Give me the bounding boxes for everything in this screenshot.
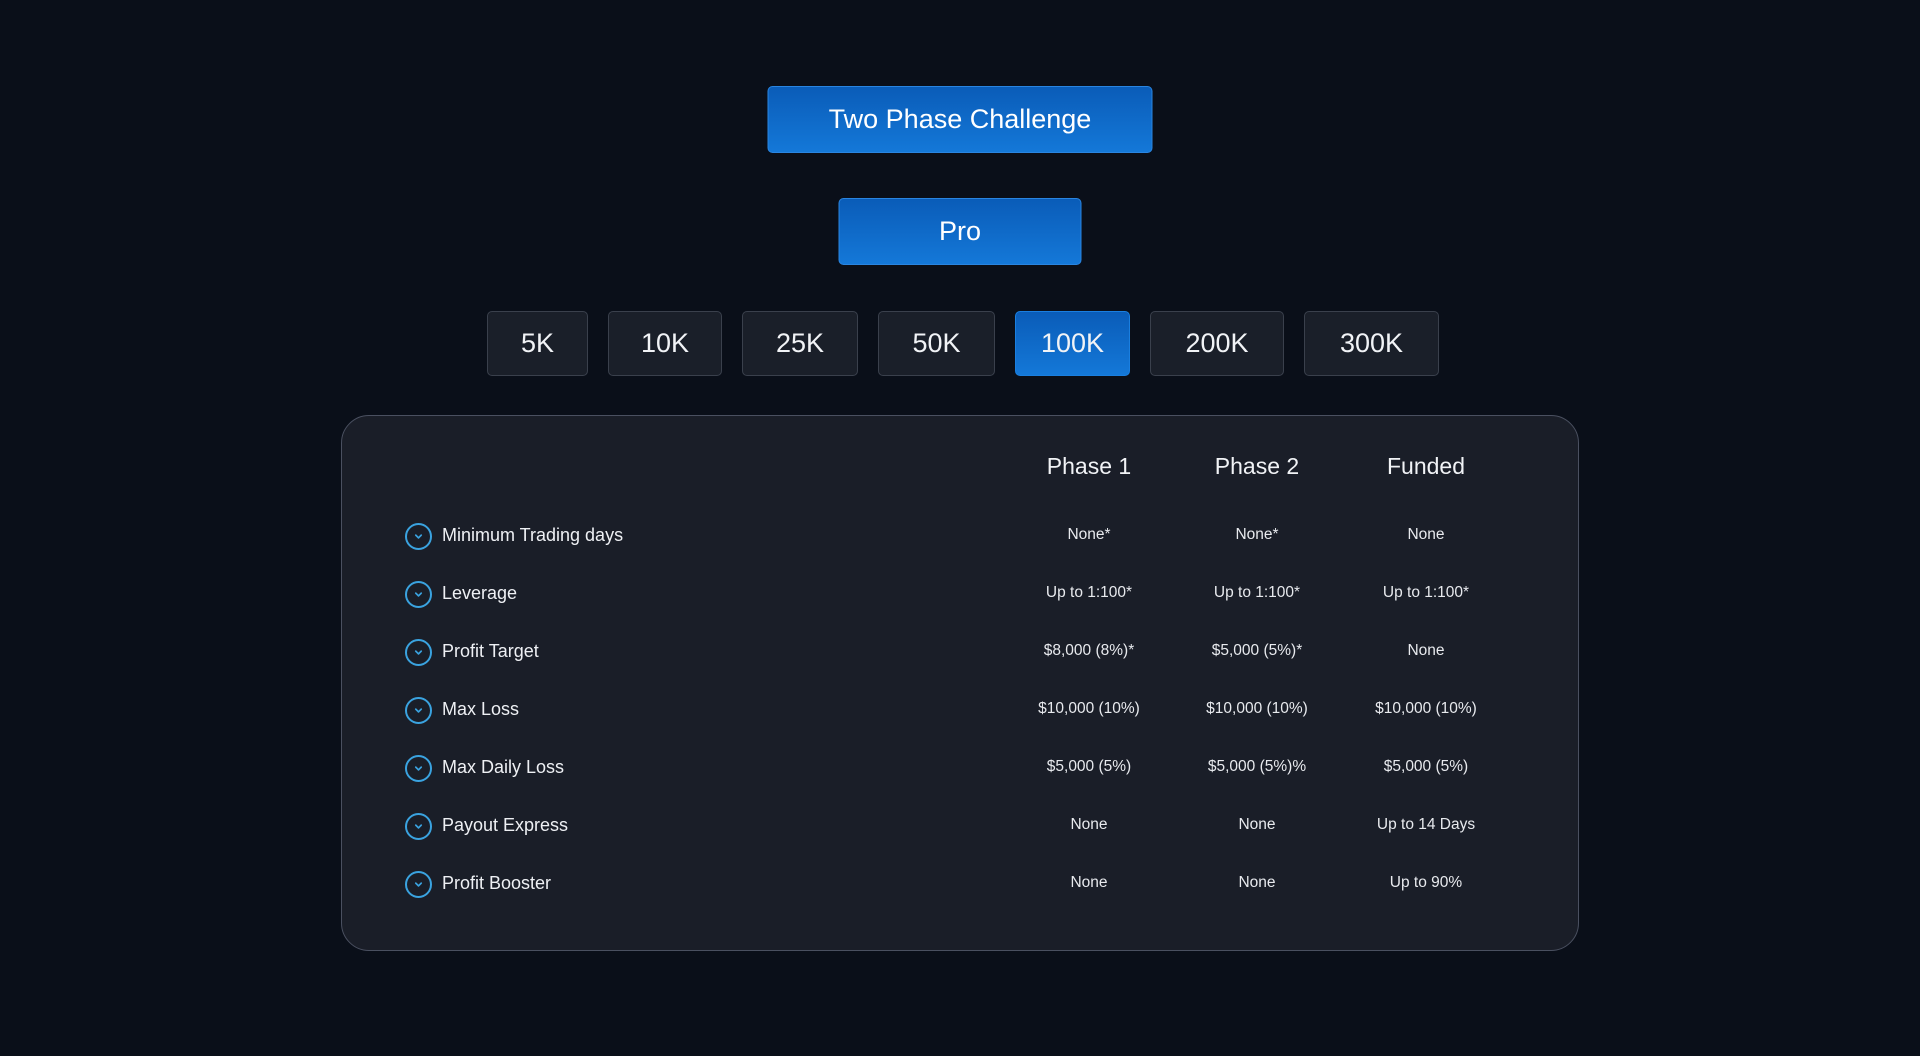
chevron-down-circle-icon[interactable] <box>405 871 432 898</box>
size-option-50k[interactable]: 50K <box>878 311 995 376</box>
column-header-funded: Funded <box>1386 453 1465 479</box>
chevron-down-circle-icon[interactable] <box>405 523 432 550</box>
cell-phase-1: None <box>1070 816 1108 833</box>
cell-phase-1: $5,000 (5%) <box>1046 758 1132 775</box>
table-row: Max Daily Loss $5,000 (5%) $5,000 (5%)% … <box>0 748 1920 788</box>
cell-phase-1: None <box>1070 874 1108 891</box>
size-option-10k[interactable]: 10K <box>608 311 722 376</box>
cell-phase-2: $5,000 (5%)% <box>1207 758 1307 775</box>
size-option-5k[interactable]: 5K <box>487 311 588 376</box>
row-label: Leverage <box>442 583 518 603</box>
chevron-down-circle-icon[interactable] <box>405 639 432 666</box>
cell-funded: Up to 1:100* <box>1382 584 1470 601</box>
cell-funded: Up to 90% <box>1389 874 1463 891</box>
challenge-type-button[interactable]: Two Phase Challenge <box>767 86 1153 153</box>
cell-funded: Up to 14 Days <box>1376 816 1476 833</box>
table-row: Minimum Trading days None* None* None <box>0 516 1920 556</box>
cell-phase-2: None <box>1238 816 1276 833</box>
cell-phase-1: $10,000 (10%) <box>1038 700 1140 717</box>
account-size-selector: 5K 10K 25K 50K 100K 200K 300K <box>487 311 1439 376</box>
column-header-phase-2: Phase 2 <box>1214 453 1300 479</box>
row-label: Profit Booster <box>442 873 552 893</box>
cell-phase-2: $10,000 (10%) <box>1206 700 1308 717</box>
cell-phase-2: None <box>1238 874 1276 891</box>
size-option-25k[interactable]: 25K <box>742 311 858 376</box>
cell-phase-2: Up to 1:100* <box>1213 584 1301 601</box>
row-label: Max Daily Loss <box>442 757 565 777</box>
cell-funded: None <box>1407 526 1445 543</box>
chevron-down-circle-icon[interactable] <box>405 581 432 608</box>
cell-phase-2: None* <box>1235 526 1279 543</box>
cell-phase-2: $5,000 (5%)* <box>1211 642 1303 659</box>
cell-phase-1: $8,000 (8%)* <box>1043 642 1135 659</box>
page: Two Phase Challenge Pro 5K 10K 25K 50K 1… <box>0 0 1920 1056</box>
plan-pro-button[interactable]: Pro <box>838 198 1082 265</box>
table-row: Profit Booster None None Up to 90% <box>0 864 1920 904</box>
row-label: Payout Express <box>442 815 569 835</box>
size-option-300k[interactable]: 300K <box>1304 311 1439 376</box>
size-option-200k[interactable]: 200K <box>1150 311 1284 376</box>
chevron-down-circle-icon[interactable] <box>405 755 432 782</box>
cell-funded: $5,000 (5%) <box>1383 758 1469 775</box>
table-row: Leverage Up to 1:100* Up to 1:100* Up to… <box>0 574 1920 614</box>
column-header-phase-1: Phase 1 <box>1046 453 1132 479</box>
row-label: Minimum Trading days <box>442 525 624 545</box>
table-row: Payout Express None None Up to 14 Days <box>0 806 1920 846</box>
cell-phase-1: Up to 1:100* <box>1045 584 1133 601</box>
table-row: Profit Target $8,000 (8%)* $5,000 (5%)* … <box>0 632 1920 672</box>
size-option-100k[interactable]: 100K <box>1015 311 1130 376</box>
cell-funded: None <box>1407 642 1445 659</box>
chevron-down-circle-icon[interactable] <box>405 813 432 840</box>
cell-phase-1: None* <box>1067 526 1111 543</box>
row-label: Max Loss <box>442 699 520 719</box>
cell-funded: $10,000 (10%) <box>1375 700 1477 717</box>
row-label: Profit Target <box>442 641 539 661</box>
table-row: Max Loss $10,000 (10%) $10,000 (10%) $10… <box>0 690 1920 730</box>
chevron-down-circle-icon[interactable] <box>405 697 432 724</box>
